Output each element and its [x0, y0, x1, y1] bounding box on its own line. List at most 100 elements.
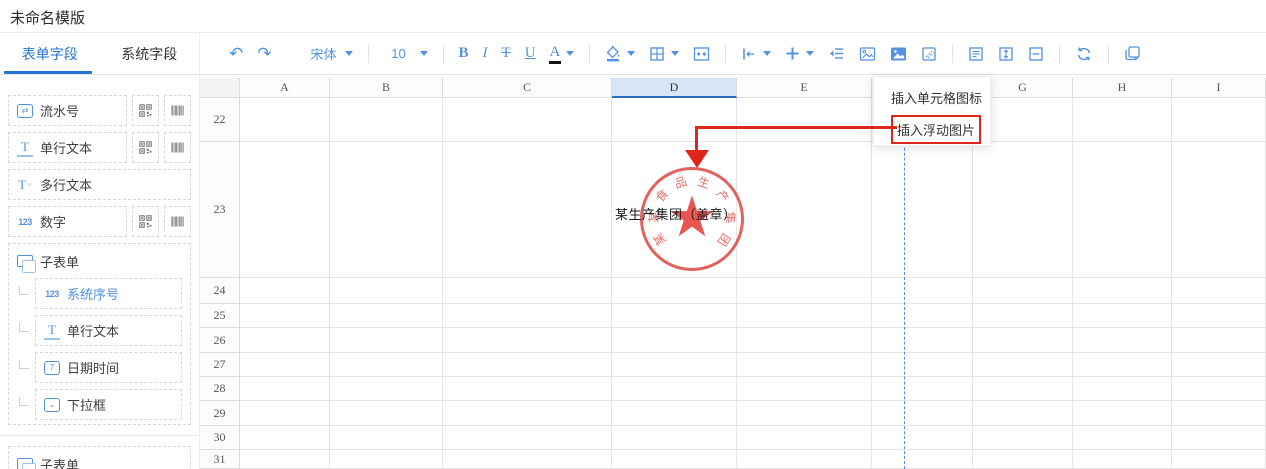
barcode-button[interactable]	[164, 206, 191, 237]
cell-E23[interactable]	[737, 142, 872, 278]
insert-button[interactable]	[785, 40, 814, 68]
cell-H27[interactable]	[1073, 353, 1172, 377]
cell-I28[interactable]	[1172, 377, 1266, 401]
cell-C29[interactable]	[443, 401, 612, 426]
field-dropdown[interactable]: ⌄ 下拉框	[35, 389, 182, 420]
cell-F26[interactable]	[872, 328, 973, 353]
column-header-D[interactable]: D	[612, 78, 737, 98]
cell-H30[interactable]	[1073, 426, 1172, 450]
cell-B27[interactable]	[330, 353, 443, 377]
cell-F25[interactable]	[872, 304, 973, 328]
cell-F29[interactable]	[872, 401, 973, 426]
cell-H23[interactable]	[1073, 142, 1172, 278]
cell-B24[interactable]	[330, 278, 443, 304]
qr-code-button[interactable]	[132, 132, 159, 163]
undo-button[interactable]: ↶	[229, 40, 243, 68]
cell-I22[interactable]	[1172, 98, 1266, 142]
column-header-C[interactable]: C	[443, 78, 612, 98]
cell-I24[interactable]	[1172, 278, 1266, 304]
cell-A25[interactable]	[240, 304, 330, 328]
cell-A29[interactable]	[240, 401, 330, 426]
column-header-B[interactable]: B	[330, 78, 443, 98]
font-color-button[interactable]: A	[550, 40, 575, 68]
cell-C24[interactable]	[443, 278, 612, 304]
fill-color-button[interactable]	[605, 40, 635, 68]
field-single-line-text-sub[interactable]: T 单行文本	[35, 315, 182, 346]
cell-D24[interactable]	[612, 278, 737, 304]
column-header-E[interactable]: E	[737, 78, 872, 98]
subform-group-2[interactable]: 子表单	[8, 446, 191, 469]
field-datetime[interactable]: 7 日期时间	[35, 352, 182, 383]
cell-F31[interactable]	[872, 450, 973, 469]
column-header-A[interactable]: A	[240, 78, 330, 98]
cell-A23[interactable]	[240, 142, 330, 278]
qr-code-button[interactable]	[132, 95, 159, 126]
cell-B25[interactable]	[330, 304, 443, 328]
cell-F28[interactable]	[872, 377, 973, 401]
cell-C28[interactable]	[443, 377, 612, 401]
cell-F23[interactable]	[872, 142, 973, 278]
font-family-select[interactable]: 宋体	[309, 40, 353, 68]
cell-D26[interactable]	[612, 328, 737, 353]
cell-A30[interactable]	[240, 426, 330, 450]
cell-D28[interactable]	[612, 377, 737, 401]
cell-G24[interactable]	[973, 278, 1073, 304]
cell-H22[interactable]	[1073, 98, 1172, 142]
cell-B31[interactable]	[330, 450, 443, 469]
cell-I26[interactable]	[1172, 328, 1266, 353]
cell-G31[interactable]	[973, 450, 1073, 469]
cell-A31[interactable]	[240, 450, 330, 469]
cell-C27[interactable]	[443, 353, 612, 377]
font-size-select[interactable]: 10	[384, 40, 428, 68]
italic-button[interactable]: I	[483, 40, 488, 68]
align-button[interactable]	[741, 40, 771, 68]
cell-I25[interactable]	[1172, 304, 1266, 328]
copy-button[interactable]	[1124, 40, 1141, 68]
cell-H25[interactable]	[1073, 304, 1172, 328]
cell-H29[interactable]	[1073, 401, 1172, 426]
insert-floating-image-button[interactable]	[890, 40, 907, 68]
cell-B22[interactable]	[330, 98, 443, 142]
row-header-30[interactable]: 30	[200, 426, 240, 450]
cell-B30[interactable]	[330, 426, 443, 450]
cell-D22[interactable]	[612, 98, 737, 142]
cell-H24[interactable]	[1073, 278, 1172, 304]
cell-D31[interactable]	[612, 450, 737, 469]
cell-C26[interactable]	[443, 328, 612, 353]
tab-form-fields[interactable]: 表单字段	[0, 33, 100, 74]
field-serial-number[interactable]: ⇄ 流水号	[8, 95, 127, 126]
cell-E28[interactable]	[737, 377, 872, 401]
cell-E30[interactable]	[737, 426, 872, 450]
menu-item-insert-cell-image[interactable]: 插入单元格图标	[874, 86, 990, 112]
cell-D25[interactable]	[612, 304, 737, 328]
cell-D29[interactable]	[612, 401, 737, 426]
refresh-button[interactable]	[1075, 40, 1093, 68]
barcode-button[interactable]	[164, 95, 191, 126]
cell-H26[interactable]	[1073, 328, 1172, 353]
cell-C23[interactable]	[443, 142, 612, 278]
cell-H28[interactable]	[1073, 377, 1172, 401]
cell-C30[interactable]	[443, 426, 612, 450]
cell-B26[interactable]	[330, 328, 443, 353]
cell-B28[interactable]	[330, 377, 443, 401]
cell-I31[interactable]	[1172, 450, 1266, 469]
cell-E24[interactable]	[737, 278, 872, 304]
cell-C22[interactable]	[443, 98, 612, 142]
cell-E29[interactable]	[737, 401, 872, 426]
row-header-26[interactable]: 26	[200, 328, 240, 353]
cell-G25[interactable]	[973, 304, 1073, 328]
cell-A27[interactable]	[240, 353, 330, 377]
column-header-H[interactable]: H	[1073, 78, 1172, 98]
cell-C25[interactable]	[443, 304, 612, 328]
watermark-button[interactable]	[921, 40, 937, 68]
row-header-31[interactable]: 31	[200, 450, 240, 469]
cell-E25[interactable]	[737, 304, 872, 328]
cell-E22[interactable]	[737, 98, 872, 142]
cell-I27[interactable]	[1172, 353, 1266, 377]
cell-I23[interactable]	[1172, 142, 1266, 278]
cell-G28[interactable]	[973, 377, 1073, 401]
row-header-28[interactable]: 28	[200, 377, 240, 401]
cell-A22[interactable]	[240, 98, 330, 142]
barcode-button[interactable]	[164, 132, 191, 163]
strikethrough-button[interactable]: T	[502, 40, 511, 68]
